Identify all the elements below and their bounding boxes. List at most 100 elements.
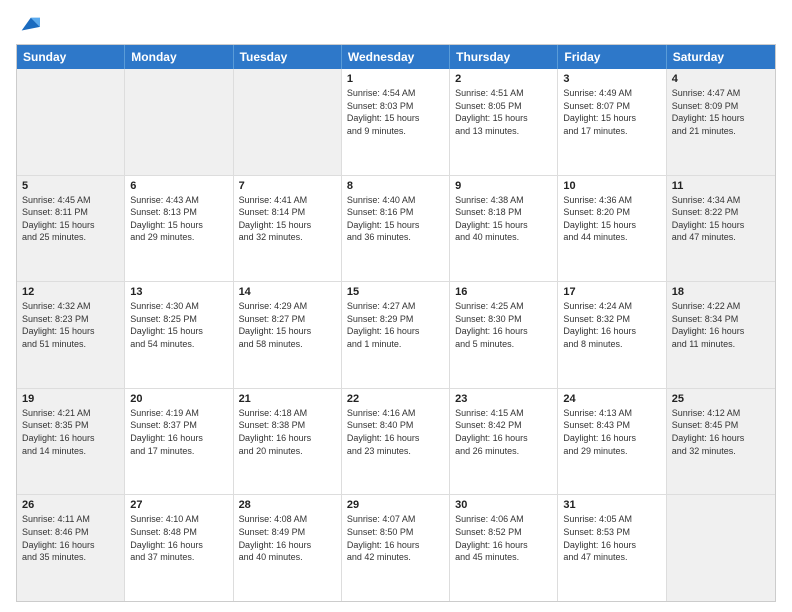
header-day-friday: Friday: [558, 45, 666, 69]
day-number: 25: [672, 393, 770, 405]
calendar-row-4: 26 Sunrise: 4:11 AM Sunset: 8:46 PM Dayli…: [17, 495, 775, 601]
cell-info: Sunrise: 4:22 AM Sunset: 8:34 PM Dayligh…: [672, 300, 770, 350]
cell-info: Sunrise: 4:10 AM Sunset: 8:48 PM Dayligh…: [130, 513, 227, 563]
cell-info: Sunrise: 4:06 AM Sunset: 8:52 PM Dayligh…: [455, 513, 552, 563]
calendar-cell-day-27: 27 Sunrise: 4:10 AM Sunset: 8:48 PM Dayli…: [125, 495, 233, 601]
calendar-row-0: 1 Sunrise: 4:54 AM Sunset: 8:03 PM Daylig…: [17, 69, 775, 176]
cell-info: Sunrise: 4:05 AM Sunset: 8:53 PM Dayligh…: [563, 513, 660, 563]
calendar-cell-day-3: 3 Sunrise: 4:49 AM Sunset: 8:07 PM Daylig…: [558, 69, 666, 175]
day-number: 5: [22, 180, 119, 192]
calendar-cell-day-9: 9 Sunrise: 4:38 AM Sunset: 8:18 PM Daylig…: [450, 176, 558, 282]
calendar-cell-day-12: 12Sunrise: 4:32 AM Sunset: 8:23 PM Dayli…: [17, 282, 125, 388]
cell-info: Sunrise: 4:15 AM Sunset: 8:42 PM Dayligh…: [455, 407, 552, 457]
day-number: 15: [347, 286, 444, 298]
calendar-cell-day-23: 23Sunrise: 4:15 AM Sunset: 8:42 PM Dayli…: [450, 389, 558, 495]
cell-info: Sunrise: 4:54 AM Sunset: 8:03 PM Dayligh…: [347, 87, 444, 137]
calendar-row-2: 12Sunrise: 4:32 AM Sunset: 8:23 PM Dayli…: [17, 282, 775, 389]
calendar-cell-day-15: 15 Sunrise: 4:27 AM Sunset: 8:29 PM Dayli…: [342, 282, 450, 388]
cell-info: Sunrise: 4:18 AM Sunset: 8:38 PM Dayligh…: [239, 407, 336, 457]
calendar-cell-day-14: 14 Sunrise: 4:29 AM Sunset: 8:27 PM Dayli…: [234, 282, 342, 388]
day-number: 12: [22, 286, 119, 298]
day-number: 14: [239, 286, 336, 298]
cell-info: Sunrise: 4:12 AM Sunset: 8:45 PM Dayligh…: [672, 407, 770, 457]
cell-info: Sunrise: 4:11 AM Sunset: 8:46 PM Dayligh…: [22, 513, 119, 563]
day-number: 18: [672, 286, 770, 298]
calendar-cell-day-13: 13 Sunrise: 4:30 AM Sunset: 8:25 PM Dayli…: [125, 282, 233, 388]
cell-info: Sunrise: 4:29 AM Sunset: 8:27 PM Dayligh…: [239, 300, 336, 350]
calendar-cell-day-24: 24 Sunrise: 4:13 AM Sunset: 8:43 PM Dayli…: [558, 389, 666, 495]
calendar-cell-day-28: 28 Sunrise: 4:08 AM Sunset: 8:49 PM Dayli…: [234, 495, 342, 601]
calendar-cell-empty: [234, 69, 342, 175]
cell-info: Sunrise: 4:40 AM Sunset: 8:16 PM Dayligh…: [347, 194, 444, 244]
cell-info: Sunrise: 4:36 AM Sunset: 8:20 PM Dayligh…: [563, 194, 660, 244]
cell-info: Sunrise: 4:19 AM Sunset: 8:37 PM Dayligh…: [130, 407, 227, 457]
calendar-cell-day-26: 26 Sunrise: 4:11 AM Sunset: 8:46 PM Dayli…: [17, 495, 125, 601]
header-day-monday: Monday: [125, 45, 233, 69]
cell-info: Sunrise: 4:43 AM Sunset: 8:13 PM Dayligh…: [130, 194, 227, 244]
day-number: 27: [130, 499, 227, 511]
header-day-thursday: Thursday: [450, 45, 558, 69]
day-number: 24: [563, 393, 660, 405]
day-number: 10: [563, 180, 660, 192]
calendar-cell-day-6: 6 Sunrise: 4:43 AM Sunset: 8:13 PM Daylig…: [125, 176, 233, 282]
day-number: 8: [347, 180, 444, 192]
calendar-cell-day-29: 29Sunrise: 4:07 AM Sunset: 8:50 PM Dayli…: [342, 495, 450, 601]
cell-info: Sunrise: 4:21 AM Sunset: 8:35 PM Dayligh…: [22, 407, 119, 457]
calendar-cell-day-2: 2Sunrise: 4:51 AM Sunset: 8:05 PM Daylig…: [450, 69, 558, 175]
page: SundayMondayTuesdayWednesdayThursdayFrid…: [0, 0, 792, 612]
calendar-cell-day-16: 16 Sunrise: 4:25 AM Sunset: 8:30 PM Dayli…: [450, 282, 558, 388]
logo-icon: [18, 14, 40, 36]
calendar-row-3: 19 Sunrise: 4:21 AM Sunset: 8:35 PM Dayli…: [17, 389, 775, 496]
day-number: 31: [563, 499, 660, 511]
day-number: 21: [239, 393, 336, 405]
calendar-cell-day-17: 17 Sunrise: 4:24 AM Sunset: 8:32 PM Dayli…: [558, 282, 666, 388]
calendar: SundayMondayTuesdayWednesdayThursdayFrid…: [16, 44, 776, 602]
day-number: 3: [563, 73, 660, 85]
calendar-cell-day-1: 1 Sunrise: 4:54 AM Sunset: 8:03 PM Daylig…: [342, 69, 450, 175]
cell-info: Sunrise: 4:45 AM Sunset: 8:11 PM Dayligh…: [22, 194, 119, 244]
calendar-cell-day-4: 4 Sunrise: 4:47 AM Sunset: 8:09 PM Daylig…: [667, 69, 775, 175]
day-number: 11: [672, 180, 770, 192]
day-number: 6: [130, 180, 227, 192]
day-number: 19: [22, 393, 119, 405]
day-number: 28: [239, 499, 336, 511]
cell-info: Sunrise: 4:41 AM Sunset: 8:14 PM Dayligh…: [239, 194, 336, 244]
day-number: 9: [455, 180, 552, 192]
day-number: 1: [347, 73, 444, 85]
cell-info: Sunrise: 4:27 AM Sunset: 8:29 PM Dayligh…: [347, 300, 444, 350]
day-number: 17: [563, 286, 660, 298]
day-number: 20: [130, 393, 227, 405]
day-number: 4: [672, 73, 770, 85]
header-day-tuesday: Tuesday: [234, 45, 342, 69]
cell-info: Sunrise: 4:07 AM Sunset: 8:50 PM Dayligh…: [347, 513, 444, 563]
cell-info: Sunrise: 4:30 AM Sunset: 8:25 PM Dayligh…: [130, 300, 227, 350]
calendar-cell-day-19: 19 Sunrise: 4:21 AM Sunset: 8:35 PM Dayli…: [17, 389, 125, 495]
cell-info: Sunrise: 4:24 AM Sunset: 8:32 PM Dayligh…: [563, 300, 660, 350]
calendar-header: SundayMondayTuesdayWednesdayThursdayFrid…: [17, 45, 775, 69]
calendar-cell-day-30: 30Sunrise: 4:06 AM Sunset: 8:52 PM Dayli…: [450, 495, 558, 601]
calendar-cell-day-10: 10 Sunrise: 4:36 AM Sunset: 8:20 PM Dayli…: [558, 176, 666, 282]
calendar-cell-empty: [17, 69, 125, 175]
cell-info: Sunrise: 4:38 AM Sunset: 8:18 PM Dayligh…: [455, 194, 552, 244]
day-number: 2: [455, 73, 552, 85]
day-number: 16: [455, 286, 552, 298]
calendar-cell-day-20: 20 Sunrise: 4:19 AM Sunset: 8:37 PM Dayli…: [125, 389, 233, 495]
calendar-cell-empty: [667, 495, 775, 601]
cell-info: Sunrise: 4:13 AM Sunset: 8:43 PM Dayligh…: [563, 407, 660, 457]
logo: [16, 16, 40, 34]
day-number: 26: [22, 499, 119, 511]
header: [16, 16, 776, 34]
calendar-cell-day-11: 11Sunrise: 4:34 AM Sunset: 8:22 PM Dayli…: [667, 176, 775, 282]
calendar-cell-day-5: 5 Sunrise: 4:45 AM Sunset: 8:11 PM Daylig…: [17, 176, 125, 282]
cell-info: Sunrise: 4:49 AM Sunset: 8:07 PM Dayligh…: [563, 87, 660, 137]
cell-info: Sunrise: 4:25 AM Sunset: 8:30 PM Dayligh…: [455, 300, 552, 350]
day-number: 13: [130, 286, 227, 298]
day-number: 22: [347, 393, 444, 405]
day-number: 7: [239, 180, 336, 192]
calendar-body: 1 Sunrise: 4:54 AM Sunset: 8:03 PM Daylig…: [17, 69, 775, 601]
cell-info: Sunrise: 4:47 AM Sunset: 8:09 PM Dayligh…: [672, 87, 770, 137]
cell-info: Sunrise: 4:08 AM Sunset: 8:49 PM Dayligh…: [239, 513, 336, 563]
calendar-row-1: 5 Sunrise: 4:45 AM Sunset: 8:11 PM Daylig…: [17, 176, 775, 283]
header-day-saturday: Saturday: [667, 45, 775, 69]
header-day-wednesday: Wednesday: [342, 45, 450, 69]
